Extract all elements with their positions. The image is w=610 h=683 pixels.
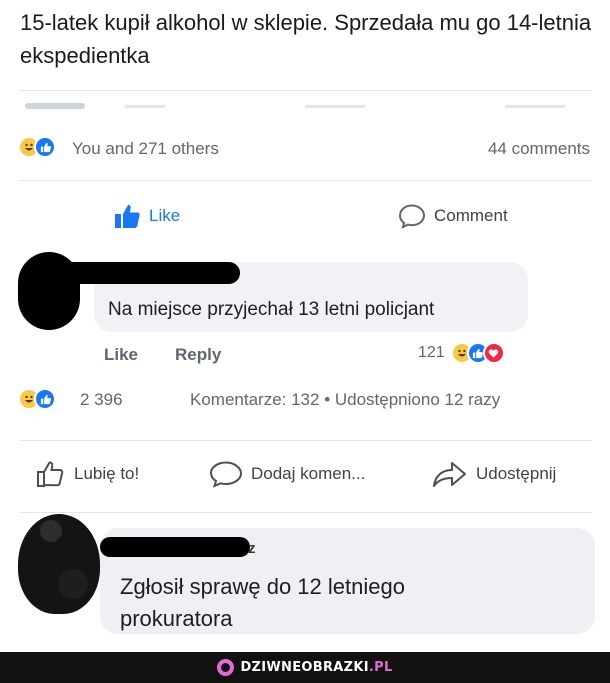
like-reaction-icon (34, 388, 56, 410)
watermark-logo-icon (217, 659, 235, 676)
name-fragment: z (248, 540, 256, 557)
faded-scrap-row (25, 103, 585, 113)
love-icon (482, 342, 505, 364)
comment-like-link[interactable]: Like (104, 345, 138, 365)
comment-reactions[interactable]: 121 (418, 342, 505, 364)
name-redacted (62, 262, 240, 284)
like-button[interactable]: Like (113, 203, 180, 229)
share-arrow-icon (433, 462, 466, 487)
comment-text-line2: prokuratora (120, 606, 233, 631)
divider (20, 90, 592, 91)
comment-button-label: Comment (434, 206, 508, 225)
comment-reaction-count: 121 (418, 344, 445, 361)
watermark: DZIWNEOBRAZKI.PL (217, 659, 392, 676)
like-reaction-icon (34, 136, 56, 158)
watermark-bar: DZIWNEOBRAZKI.PL (0, 652, 610, 683)
like-button-label: Lubię to! (74, 464, 140, 483)
watermark-text-domain: .PL (368, 660, 393, 675)
post-headline: 15-latek kupił alkohol w sklepie. Sprzed… (20, 10, 592, 68)
add-comment-button[interactable]: Dodaj komen... (209, 460, 365, 488)
comment-icon (209, 461, 243, 488)
reaction-icons[interactable] (18, 136, 56, 158)
share-button-label: Udostępnij (476, 464, 557, 483)
comment-button[interactable]: Comment (398, 203, 508, 229)
avatar-redacted (18, 514, 100, 614)
name-redacted (100, 537, 250, 557)
thumbs-up-outline-icon (37, 461, 64, 487)
comment-text-line1: Zgłosił sprawę do 12 letniego (120, 574, 405, 599)
like-button-label: Like (149, 206, 181, 225)
watermark-text-main: DZIWNEOBRAZKI (240, 660, 369, 675)
thumbs-up-icon (115, 205, 140, 228)
reaction-count[interactable]: 2 396 (80, 390, 123, 410)
share-button[interactable]: Udostępnij (432, 460, 556, 488)
like-button[interactable]: Lubię to! (36, 460, 139, 488)
divider (20, 512, 592, 513)
comments-shares-stats[interactable]: Komentarze: 132 • Udostępniono 12 razy (190, 390, 500, 410)
divider (20, 180, 592, 181)
comment-text: Zgłosił sprawę do 12 letniego prokurator… (120, 571, 405, 635)
comment-icon (398, 204, 426, 229)
comment-reply-link[interactable]: Reply (175, 345, 221, 365)
add-comment-button-label: Dodaj komen... (251, 464, 366, 483)
comments-count[interactable]: 44 comments (488, 139, 590, 159)
divider (20, 440, 592, 441)
reaction-icons[interactable] (18, 388, 56, 410)
comment-text: Na miejsce przyjechał 13 letni policjant (108, 299, 435, 320)
reactions-summary[interactable]: You and 271 others (72, 139, 219, 159)
